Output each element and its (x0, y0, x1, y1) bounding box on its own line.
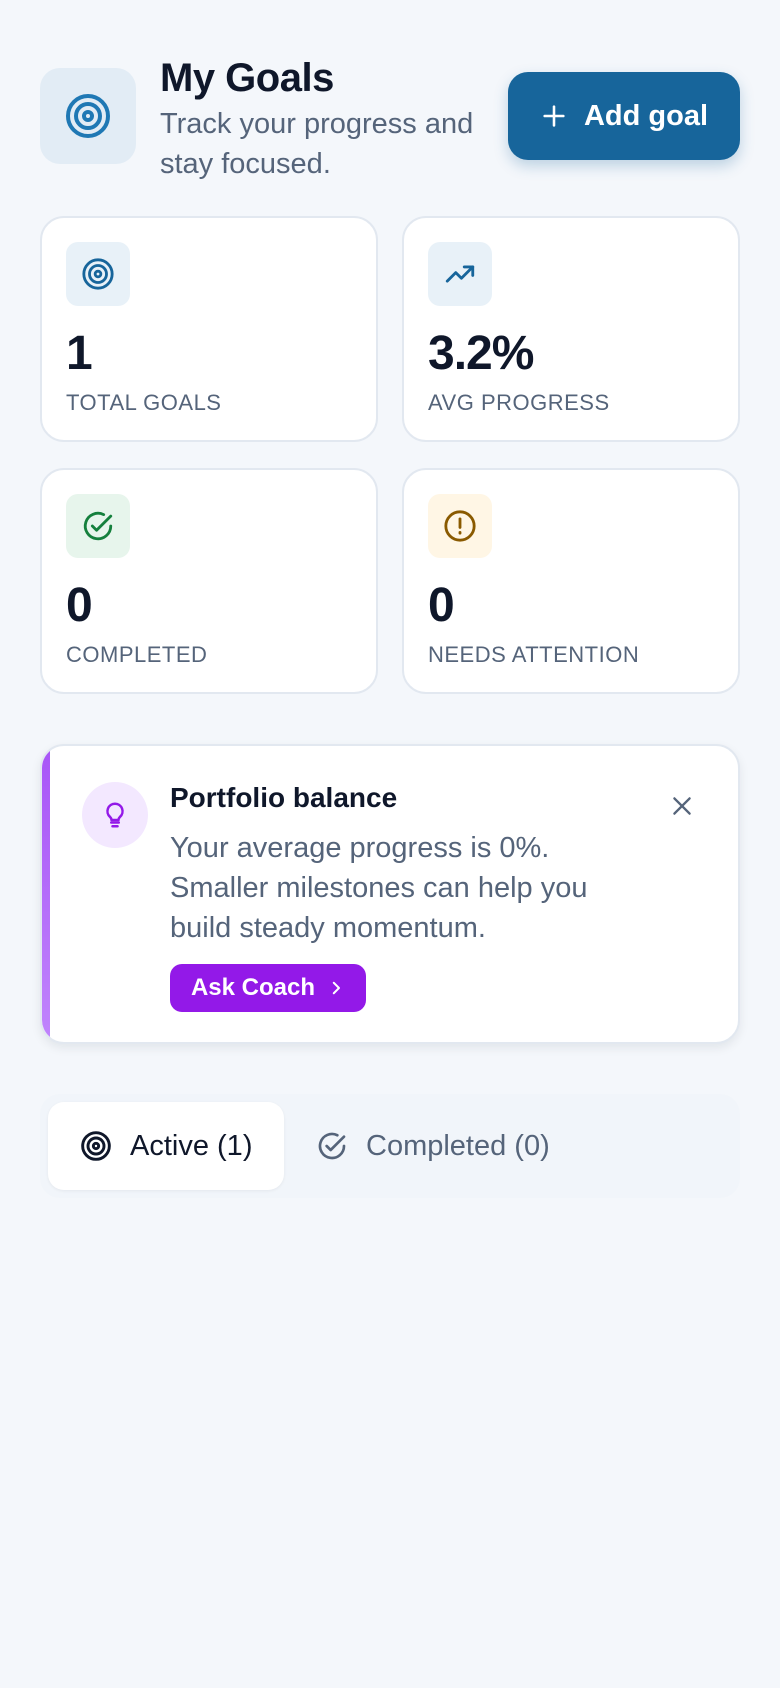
stat-value: 3.2% (428, 327, 534, 380)
page-subtitle: Track your progress and stay focused. (160, 108, 474, 180)
tip-text: Your average progress is 0%. Smaller mil… (170, 832, 588, 944)
portfolio-balance-card: Portfolio balance Your average progress … (40, 744, 740, 1044)
tab-completed[interactable]: Completed (0) (284, 1102, 574, 1190)
close-button[interactable] (662, 786, 702, 826)
chevron-right-icon (332, 981, 340, 995)
stat-card-completed: 0 COMPLETED (40, 468, 378, 694)
page-header: My Goals Track your progress and stay fo… (40, 56, 740, 186)
target-icon (66, 242, 130, 306)
add-goal-button[interactable]: Add goal (508, 72, 740, 160)
stat-value: 0 (66, 579, 93, 632)
plus-icon (543, 105, 565, 127)
goal-tabs: Active (1) Completed (0) (40, 1094, 740, 1198)
lightbulb-icon (82, 782, 148, 848)
stat-value: 1 (66, 327, 93, 380)
add-goal-label: Add goal (583, 99, 709, 132)
stat-card-needs-attention: 0 NEEDS ATTENTION (402, 468, 740, 694)
trending-up-icon (428, 242, 492, 306)
accent-bar (42, 746, 50, 1042)
target-icon (81, 1131, 111, 1161)
alert-circle-icon (428, 494, 492, 558)
tab-active[interactable]: Active (1) (48, 1102, 284, 1190)
tab-label: Completed (0) (366, 1129, 550, 1162)
close-icon (673, 797, 691, 815)
stat-label: TOTAL GOALS (66, 390, 222, 415)
ask-coach-button[interactable]: Ask Coach (170, 964, 366, 1012)
check-circle-icon (318, 1132, 346, 1160)
ask-coach-label: Ask Coach (190, 974, 316, 1001)
target-icon (40, 68, 136, 164)
goals-page: My Goals Track your progress and stay fo… (0, 0, 780, 1688)
stat-card-avg-progress: 3.2% AVG PROGRESS (402, 216, 740, 442)
tab-label: Active (1) (130, 1129, 253, 1162)
stat-label: NEEDS ATTENTION (428, 642, 640, 667)
stat-label: COMPLETED (66, 642, 208, 667)
stat-card-total-goals: 1 TOTAL GOALS (40, 216, 378, 442)
tip-title: Portfolio balance (170, 782, 398, 813)
stat-value: 0 (428, 579, 455, 632)
check-circle-icon (66, 494, 130, 558)
page-title: My Goals (160, 56, 334, 100)
stat-label: AVG PROGRESS (428, 390, 610, 415)
